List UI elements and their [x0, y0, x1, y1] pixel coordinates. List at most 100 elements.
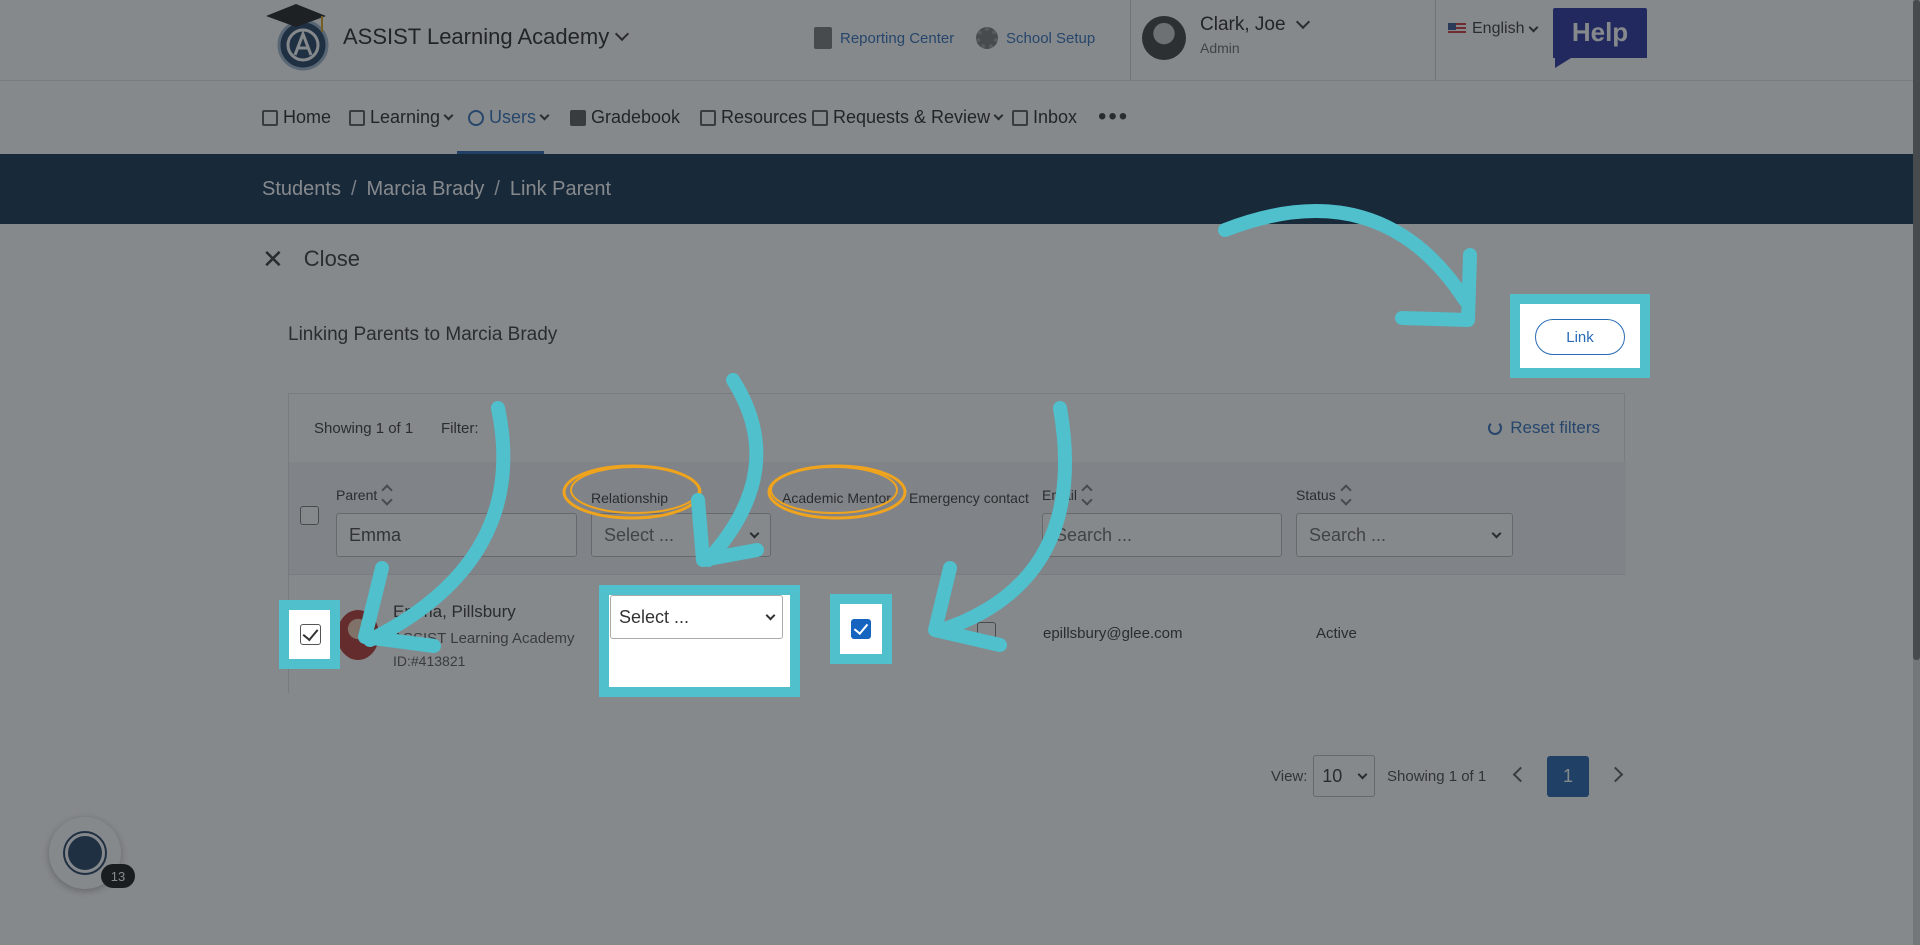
nav-home[interactable]: Home — [262, 107, 331, 128]
parent-status: Active — [1316, 625, 1357, 642]
breadcrumb-students[interactable]: Students — [262, 178, 341, 201]
nav-resources[interactable]: Resources — [700, 107, 807, 128]
parent-email: epillsbury@glee.com — [1043, 625, 1183, 642]
user-role: Admin — [1200, 40, 1240, 56]
nav-inbox[interactable]: Inbox — [1012, 107, 1077, 128]
close-button[interactable]: ✕ Close — [262, 246, 360, 272]
parent-school: ASSIST Learning Academy — [393, 630, 575, 647]
next-page-icon[interactable] — [1607, 766, 1624, 783]
us-flag-icon — [1448, 23, 1466, 35]
header-status-label: Status — [1296, 487, 1336, 503]
chevron-down-icon — [993, 110, 1004, 121]
header-relationship: Relationship — [591, 490, 668, 506]
header-email-label: Email — [1042, 487, 1078, 503]
clipboard-icon — [812, 109, 828, 126]
parent-filter-input[interactable]: Emma — [336, 513, 577, 557]
chevron-down-icon — [1295, 14, 1310, 30]
page-size-select[interactable]: 10 — [1313, 755, 1375, 797]
email-filter-placeholder: Search ... — [1055, 524, 1133, 545]
reporting-center-label: Reporting Center — [840, 29, 955, 47]
header-status[interactable]: Status — [1296, 484, 1352, 506]
scrollbar-thumb[interactable] — [1913, 0, 1920, 660]
language-label: English — [1472, 20, 1525, 37]
school-name: ASSIST Learning Academy — [343, 24, 610, 49]
page-size-value: 10 — [1322, 765, 1343, 786]
showing-count: Showing 1 of 1 — [314, 420, 414, 437]
pagination-showing: Showing 1 of 1 — [1387, 768, 1487, 785]
mail-icon — [1012, 109, 1028, 126]
view-label: View: — [1271, 768, 1308, 785]
nav-home-label: Home — [283, 107, 332, 127]
chevron-down-icon — [539, 110, 550, 121]
close-label: Close — [303, 246, 361, 271]
breadcrumb: Students / Marcia Brady / Link Parent — [262, 178, 611, 201]
row-select-checkbox[interactable] — [300, 624, 321, 645]
more-menu-icon[interactable]: ••• — [1098, 103, 1129, 131]
academic-mentor-checkbox[interactable] — [851, 619, 871, 639]
nav-gradebook[interactable]: Gradebook — [570, 107, 680, 128]
divider — [1435, 0, 1436, 80]
highlight-academic-mentor — [830, 594, 892, 664]
nav-learning-label: Learning — [370, 107, 441, 127]
select-all-checkbox[interactable] — [300, 506, 319, 525]
notification-badge: 13 — [101, 864, 135, 888]
relationship-select[interactable]: Select ... — [610, 595, 783, 639]
header-emergency-contact-label: Emergency contact — [909, 490, 1029, 506]
nav-users-label: Users — [489, 107, 537, 127]
breadcrumb-separator: / — [350, 178, 357, 200]
email-filter-input[interactable]: Search ... — [1042, 513, 1282, 557]
relationship-filter-select[interactable]: Select ... — [591, 513, 771, 557]
nav-gradebook-label: Gradebook — [591, 107, 681, 127]
sort-icon — [381, 484, 393, 506]
chevron-down-icon — [1357, 769, 1368, 779]
breadcrumb-bar: Students / Marcia Brady / Link Parent — [0, 154, 1920, 224]
header-academic-mentor-label: Academic Mentor — [782, 490, 891, 506]
status-filter-placeholder: Search ... — [1309, 524, 1387, 545]
learning-icon — [349, 109, 365, 126]
parent-avatar — [337, 610, 379, 660]
reset-filters-label: Reset filters — [1510, 418, 1600, 437]
relationship-filter-placeholder: Select ... — [604, 524, 675, 545]
parent-name[interactable]: Emma, Pillsbury — [393, 602, 516, 622]
gradebook-icon — [570, 109, 586, 126]
header-emergency-contact: Emergency contact — [909, 490, 1029, 506]
help-button[interactable]: Help — [1551, 6, 1649, 70]
nav-requests-review[interactable]: Requests & Review — [812, 107, 1004, 128]
highlight-link: Link — [1510, 294, 1650, 378]
nav-learning[interactable]: Learning — [349, 107, 454, 128]
highlight-row-checkbox — [279, 600, 340, 669]
gear-icon — [976, 27, 998, 49]
page-1-button[interactable]: 1 — [1547, 756, 1589, 797]
header-relationship-label: Relationship — [591, 490, 669, 506]
header-email[interactable]: Email — [1042, 484, 1093, 506]
academy-logo-icon — [63, 831, 107, 875]
nav-resources-label: Resources — [721, 107, 808, 127]
school-setup-label: School Setup — [1006, 29, 1096, 47]
chevron-down-icon — [749, 528, 760, 538]
header-parent-label: Parent — [336, 487, 378, 503]
resources-icon — [700, 109, 716, 126]
school-switcher[interactable]: ASSIST Learning Academy — [343, 24, 630, 50]
language-selector[interactable]: English — [1448, 20, 1539, 38]
reporting-center-link[interactable]: Reporting Center — [814, 27, 954, 49]
school-setup-link[interactable]: School Setup — [976, 27, 1095, 49]
page-title: Linking Parents to Marcia Brady — [288, 324, 558, 345]
academy-logo-icon[interactable] — [262, 0, 332, 72]
breadcrumb-student[interactable]: Marcia Brady — [367, 178, 485, 201]
prev-page-icon[interactable] — [1512, 766, 1529, 783]
chevron-down-icon — [1529, 22, 1539, 32]
link-button[interactable]: Link — [1535, 319, 1625, 355]
reset-icon — [1488, 421, 1503, 435]
parents-table-panel: Showing 1 of 1 Filter: Reset filters Par… — [288, 393, 1626, 694]
user-avatar[interactable] — [1142, 16, 1186, 60]
status-filter-select[interactable]: Search ... — [1296, 513, 1513, 557]
breadcrumb-separator: / — [494, 178, 500, 200]
reset-filters-button[interactable]: Reset filters — [1488, 418, 1600, 438]
user-menu[interactable]: Clark, Joe — [1200, 14, 1310, 36]
nav-users[interactable]: Users — [468, 107, 550, 128]
document-icon — [814, 27, 832, 49]
emergency-contact-checkbox[interactable] — [977, 622, 996, 641]
table-row: Emma, Pillsbury ASSIST Learning Academy … — [289, 574, 1626, 694]
header-parent[interactable]: Parent — [336, 484, 393, 506]
relationship-select-value: Select ... — [619, 606, 690, 627]
